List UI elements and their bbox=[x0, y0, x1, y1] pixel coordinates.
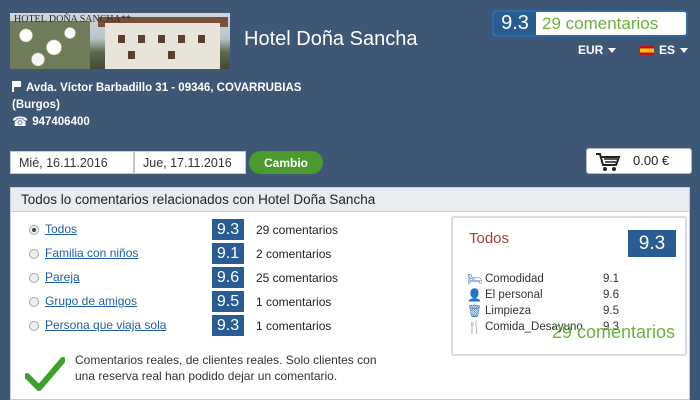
spain-flag-icon bbox=[640, 45, 654, 55]
chevron-down-icon bbox=[680, 47, 689, 53]
filter-link[interactable]: Familia con niños bbox=[45, 246, 138, 260]
reviews-heading: Todos lo comentarios relacionados con Ho… bbox=[11, 188, 689, 212]
photo-window bbox=[118, 35, 125, 43]
breakdown-comments-count[interactable]: 29 comentarios bbox=[453, 322, 675, 343]
photo-flowers bbox=[10, 21, 90, 69]
filter-radio[interactable] bbox=[29, 321, 39, 331]
category-value: 9.5 bbox=[603, 305, 619, 317]
filter-score-badge: 9.5 bbox=[212, 291, 244, 312]
category-label: Comodidad bbox=[485, 273, 544, 285]
breakdown-title: Todos bbox=[469, 230, 510, 247]
address-line-2: (Burgos) bbox=[12, 99, 60, 111]
address-line-1: Avda. Víctor Barbadillo 31 - 09346, COVA… bbox=[26, 82, 302, 94]
cleaning-icon: 🗑 bbox=[467, 304, 483, 318]
rating-summary[interactable]: 9.3 29 comentarios bbox=[492, 10, 688, 37]
reviews-note: Comentarios reales, de clientes reales. … bbox=[75, 353, 377, 383]
filter-link[interactable]: Persona que viaja sola bbox=[45, 318, 166, 332]
category-value: 9.6 bbox=[603, 289, 619, 301]
hotel-address: Avda. Víctor Barbadillo 31 - 09346, COVA… bbox=[12, 80, 312, 114]
category-row: 🛏 Comodidad 9.1 bbox=[467, 272, 672, 288]
filter-count: 1 comentarios bbox=[256, 319, 332, 333]
category-row: 🗑 Limpieza 9.5 bbox=[467, 304, 672, 320]
filter-link[interactable]: Grupo de amigos bbox=[45, 294, 137, 308]
hotel-phone: ☎ 947406400 bbox=[12, 115, 90, 128]
shopping-cart[interactable]: 0.00 € bbox=[586, 148, 692, 174]
photo-window bbox=[128, 51, 135, 59]
photo-window bbox=[168, 51, 175, 59]
filter-radio[interactable] bbox=[29, 297, 39, 307]
person-icon: 👤 bbox=[467, 288, 482, 302]
bed-icon: 🛏 bbox=[467, 272, 483, 286]
photo-window bbox=[178, 35, 185, 43]
change-dates-button[interactable]: Cambio bbox=[249, 151, 323, 174]
currency-label: EUR bbox=[578, 43, 604, 57]
cart-total: 0.00 € bbox=[633, 153, 670, 168]
rating-comments-count: 29 comentarios bbox=[542, 13, 659, 33]
phone-icon: ☎ bbox=[12, 114, 29, 129]
filter-count: 29 comentarios bbox=[256, 223, 339, 237]
reviews-panel: Todos lo comentarios relacionados con Ho… bbox=[10, 187, 690, 400]
category-value: 9.1 bbox=[603, 273, 619, 285]
photo-building bbox=[105, 23, 220, 69]
filter-link[interactable]: Todos bbox=[45, 222, 77, 236]
filter-count: 1 comentarios bbox=[256, 295, 332, 309]
photo-window bbox=[138, 35, 145, 43]
language-label: ES bbox=[659, 43, 676, 57]
photo-window bbox=[198, 35, 205, 43]
filter-count: 25 comentarios bbox=[256, 271, 339, 285]
filter-radio[interactable] bbox=[29, 249, 39, 259]
filter-score-badge: 9.3 bbox=[212, 315, 244, 336]
rating-breakdown: Todos 9.3 🛏 Comodidad 9.1 👤 El personal … bbox=[451, 216, 687, 356]
filter-count: 2 comentarios bbox=[256, 247, 332, 261]
hotel-photo[interactable]: HOTEL DOÑA SANCHA** bbox=[10, 13, 230, 69]
photo-caption: HOTEL DOÑA SANCHA** bbox=[14, 14, 131, 25]
language-selector[interactable]: ES bbox=[640, 43, 689, 57]
category-label: Limpieza bbox=[485, 305, 532, 317]
category-row: 👤 El personal 9.6 bbox=[467, 288, 672, 304]
checkin-date-field[interactable]: Mié, 16.11.2016 bbox=[10, 151, 134, 174]
filter-score-badge: 9.1 bbox=[212, 243, 244, 264]
cart-icon bbox=[596, 153, 621, 171]
filter-score-badge: 9.3 bbox=[212, 219, 244, 240]
category-label: El personal bbox=[485, 289, 543, 301]
filter-radio[interactable] bbox=[29, 273, 39, 283]
rating-score: 9.3 bbox=[494, 12, 536, 35]
hotel-name: Hotel Doña Sancha bbox=[244, 28, 418, 50]
chevron-down-icon bbox=[608, 47, 617, 53]
filter-link[interactable]: Pareja bbox=[45, 270, 80, 284]
checkmark-icon bbox=[25, 357, 65, 391]
location-flag-icon bbox=[12, 81, 21, 92]
filter-score-badge: 9.6 bbox=[212, 267, 244, 288]
phone-number: 947406400 bbox=[32, 115, 90, 128]
currency-selector[interactable]: EUR bbox=[578, 43, 617, 57]
breakdown-score: 9.3 bbox=[628, 230, 676, 257]
hotel-header: HOTEL DOÑA SANCHA** Hotel Doña Sancha 9.… bbox=[0, 0, 700, 143]
filter-radio[interactable] bbox=[29, 225, 39, 235]
checkout-date-field[interactable]: Jue, 17.11.2016 bbox=[134, 151, 246, 174]
photo-window bbox=[158, 35, 165, 43]
